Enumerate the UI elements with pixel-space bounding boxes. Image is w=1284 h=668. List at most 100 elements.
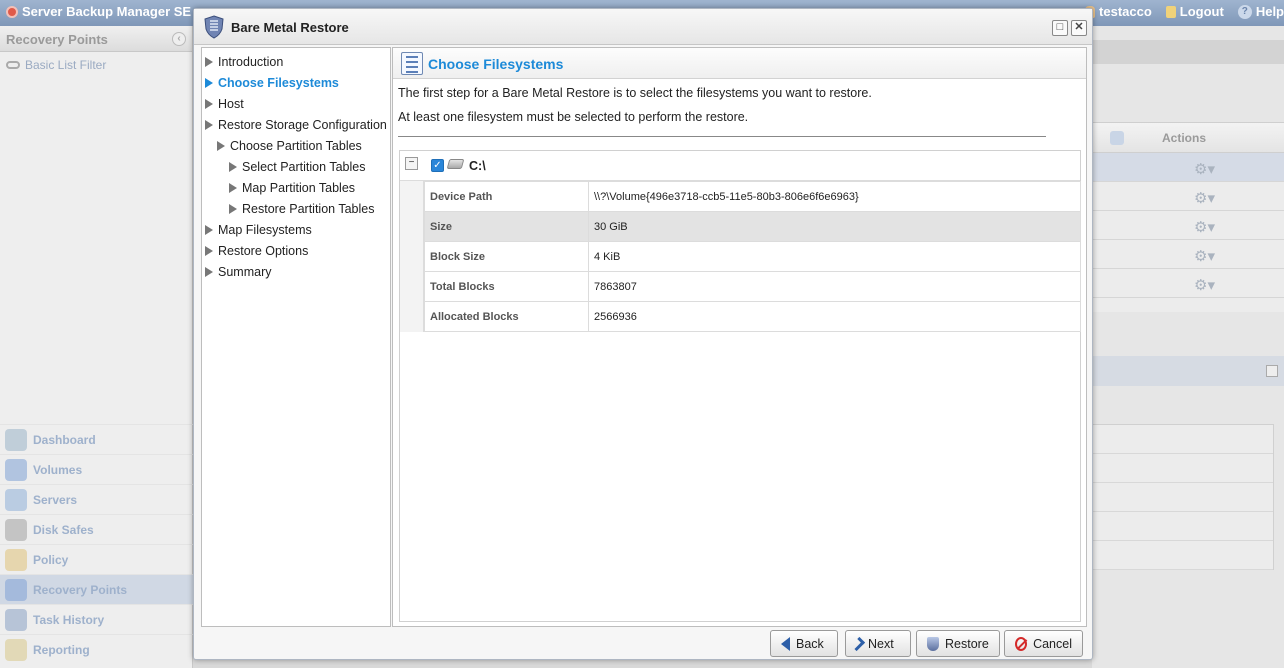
top-right-menu: testacco Logout ? Help — [1085, 4, 1284, 19]
dialog-title: Bare Metal Restore — [231, 20, 349, 35]
filesystem-checkbox[interactable]: ✓ — [431, 159, 444, 172]
wizard-step[interactable]: Host — [205, 93, 244, 114]
help-link[interactable]: ? Help — [1237, 4, 1284, 19]
dialog-button-bar: Back Next Restore Cancel — [194, 628, 1092, 660]
wizard-step[interactable]: Restore Storage Configuration — [205, 114, 387, 135]
list-item — [1093, 483, 1273, 512]
nav-item-label: Task History — [33, 612, 105, 627]
gear-icon[interactable]: ⚙▾ — [1194, 276, 1215, 294]
triangle-right-icon — [205, 56, 213, 67]
app-title: Server Backup Manager SE — [6, 4, 191, 19]
note-text: At least one filesystem must be selected… — [398, 110, 749, 124]
detail-key: Total Blocks — [424, 271, 589, 302]
logout-link[interactable]: Logout — [1165, 4, 1224, 19]
app-title-text: Server Backup Manager SE — [22, 4, 192, 19]
user-menu[interactable]: testacco — [1085, 4, 1152, 19]
triangle-right-icon — [217, 140, 225, 151]
collapse-left-icon[interactable]: ‹ — [172, 32, 186, 46]
minimize-icon[interactable] — [1266, 365, 1278, 377]
table-row[interactable]: ⚙▾ — [1092, 240, 1284, 269]
filesystem-details: Device Path \\?\Volume{496e3718-ccb5-11e5… — [424, 181, 1081, 332]
wizard-step-label: Summary — [218, 264, 272, 279]
wizard-step[interactable]: Select Partition Tables — [229, 156, 365, 177]
restore-button[interactable]: Restore — [916, 630, 1000, 657]
triangle-right-icon — [205, 77, 213, 88]
wizard-step[interactable]: Map Partition Tables — [229, 177, 355, 198]
nav-item-label: Servers — [33, 492, 78, 507]
servers-icon — [5, 488, 27, 511]
detail-value: 30 GiB — [588, 211, 1081, 242]
actions-header: Actions — [1162, 131, 1207, 145]
detail-value: \\?\Volume{496e3718-ccb5-11e5-80b3-806e6… — [588, 181, 1081, 212]
detail-value: 4 KiB — [588, 241, 1081, 272]
gear-icon[interactable]: ⚙▾ — [1194, 247, 1215, 265]
wizard-step[interactable]: Restore Options — [205, 240, 308, 261]
nav-item[interactable]: Volumes — [0, 454, 193, 484]
filesystem-row[interactable]: − ✓ C:\ — [400, 151, 1080, 181]
nav-item[interactable]: Policy — [0, 544, 193, 574]
wizard-step[interactable]: Restore Partition Tables — [229, 198, 374, 219]
close-icon[interactable]: ✕ — [1071, 20, 1087, 36]
volumes-icon — [5, 458, 27, 481]
column-config-icon[interactable] — [1110, 131, 1124, 145]
wizard-content: Choose Filesystems The first step for a … — [392, 47, 1087, 627]
gear-icon[interactable]: ⚙▾ — [1194, 160, 1215, 178]
dashboard-icon — [5, 428, 27, 451]
content-heading: Choose Filesystems — [428, 56, 564, 72]
detail-key: Block Size — [424, 241, 589, 272]
wizard-step[interactable]: Map Filesystems — [205, 219, 312, 240]
task-history-icon — [5, 608, 27, 631]
nav-item[interactable]: Dashboard — [0, 424, 193, 454]
background-content: Actions ⚙▾ ⚙▾ ⚙▾ ⚙▾ ⚙▾ — [1092, 26, 1284, 668]
disk-safes-icon — [5, 518, 27, 541]
background-strip — [1092, 40, 1284, 64]
triangle-right-icon — [229, 182, 237, 193]
collapse-icon[interactable]: − — [405, 157, 418, 170]
table-row[interactable]: ⚙▾ — [1092, 269, 1284, 298]
nav-item-label: Disk Safes — [33, 522, 94, 537]
background-table: Actions ⚙▾ ⚙▾ ⚙▾ ⚙▾ ⚙▾ — [1092, 122, 1284, 312]
back-label: Back — [796, 636, 824, 651]
cancel-button[interactable]: Cancel — [1004, 630, 1083, 657]
wizard-step-label: Restore Options — [218, 243, 309, 258]
background-list — [1092, 424, 1274, 570]
lock-icon — [1165, 5, 1176, 18]
policy-icon — [5, 548, 27, 571]
glasses-icon — [6, 61, 20, 69]
maximize-icon[interactable]: □ — [1052, 20, 1068, 36]
wizard-step[interactable]: Introduction — [205, 51, 283, 72]
restore-label: Restore — [945, 636, 989, 651]
table-row[interactable]: ⚙▾ — [1092, 153, 1284, 182]
nav-item-label: Reporting — [33, 642, 90, 657]
detail-value: 2566936 — [588, 301, 1081, 332]
detail-key: Device Path — [424, 181, 589, 212]
wizard-step[interactable]: Choose Filesystems — [205, 72, 339, 93]
nav-item[interactable]: Task History — [0, 604, 193, 634]
table-row: Device Path \\?\Volume{496e3718-ccb5-11e5… — [424, 181, 1081, 212]
nav-item-label: Policy — [33, 552, 69, 567]
basic-list-filter[interactable]: Basic List Filter — [0, 52, 192, 78]
nav-item[interactable]: Recovery Points — [0, 574, 193, 604]
background-panel-header — [1092, 356, 1284, 386]
gear-icon[interactable]: ⚙▾ — [1194, 218, 1215, 236]
table-row[interactable]: ⚙▾ — [1092, 211, 1284, 240]
wizard-step[interactable]: Summary — [205, 261, 271, 282]
left-panel: Recovery Points ‹ Basic List Filter Dash… — [0, 26, 193, 668]
wizard-step[interactable]: Choose Partition Tables — [217, 135, 362, 156]
filesystem-list: − ✓ C:\ Device Path \\?\Volume{496e3718-c… — [399, 150, 1081, 622]
gear-icon[interactable]: ⚙▾ — [1194, 189, 1215, 207]
list-item — [1093, 541, 1273, 570]
nav-item-label: Dashboard — [33, 432, 96, 447]
table-row[interactable]: ⚙▾ — [1092, 182, 1284, 211]
shield-icon — [927, 636, 939, 651]
next-button[interactable]: Next — [845, 630, 911, 657]
nav-item[interactable]: Reporting — [0, 634, 193, 664]
recovery-points-icon — [5, 578, 27, 601]
nav-item[interactable]: Disk Safes — [0, 514, 193, 544]
back-button[interactable]: Back — [770, 630, 838, 657]
dialog-titlebar[interactable]: Bare Metal Restore □ ✕ — [194, 9, 1092, 45]
triangle-right-icon — [205, 98, 213, 109]
triangle-right-icon — [205, 119, 213, 130]
nav-item[interactable]: Servers — [0, 484, 193, 514]
disk-icon — [446, 159, 465, 169]
